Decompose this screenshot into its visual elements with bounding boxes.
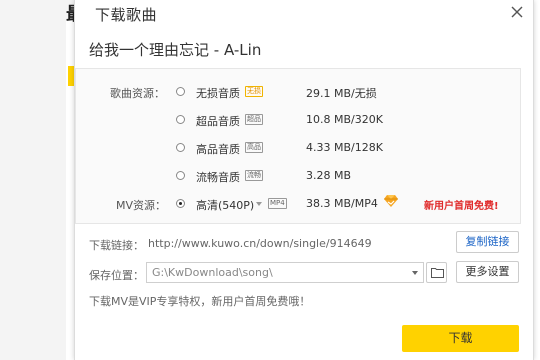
folder-icon: [431, 268, 444, 278]
tag-high: 高品: [245, 142, 263, 153]
radio-high[interactable]: [176, 142, 185, 152]
radio-super[interactable]: [176, 114, 185, 124]
close-button[interactable]: [508, 3, 526, 21]
quality-option-smooth[interactable]: [176, 167, 185, 183]
quality-panel: 歌曲资源： 无损音质 无损 29.1 MB/无损 超品音质 超品 10.8 MB…: [75, 68, 521, 224]
radio-smooth[interactable]: [176, 170, 185, 180]
vip-diamond-icon: [384, 195, 398, 207]
download-link-label: 下载链接：: [89, 239, 144, 252]
tag-lossless: 无损: [245, 86, 263, 97]
size-smooth: 3.28 MB: [306, 169, 352, 182]
save-path-dropdown-icon[interactable]: [412, 271, 418, 275]
mv-quality-option[interactable]: [176, 195, 185, 211]
browse-folder-button[interactable]: [426, 262, 447, 283]
quality-option-high[interactable]: [176, 139, 185, 155]
mv-quality-dropdown-icon[interactable]: [256, 202, 262, 206]
download-button[interactable]: 下载: [402, 325, 519, 352]
quality-option-lossless[interactable]: [176, 83, 185, 99]
save-path-label: 保存位置：: [89, 269, 144, 282]
dialog-title: 下载歌曲: [95, 6, 158, 24]
tag-super: 超品: [245, 114, 263, 125]
quality-label-high: 高品音质: [196, 143, 240, 156]
quality-option-super[interactable]: [176, 111, 185, 127]
download-song-dialog: 下载歌曲 给我一个理由忘记 - A-Lin 歌曲资源： 无损音质 无损 29.1…: [74, 0, 534, 360]
song-title: 给我一个理由忘记 - A-Lin: [89, 41, 262, 59]
download-link-url: http://www.kuwo.cn/down/single/914649: [148, 237, 372, 250]
song-source-label: 歌曲资源：: [110, 87, 165, 100]
save-path-field[interactable]: G:\KwDownload\song\: [146, 262, 424, 283]
save-path-value: G:\KwDownload\song\: [152, 266, 273, 279]
quality-label-super: 超品音质: [196, 115, 240, 128]
quality-label-lossless: 无损音质: [196, 87, 240, 100]
size-lossless: 29.1 MB/无损: [306, 87, 377, 100]
close-icon: [511, 6, 523, 18]
copy-link-button[interactable]: 复制链接: [456, 231, 519, 253]
mv-quality-label: 高清(540P): [196, 199, 255, 212]
mv-format-tag: MP4: [268, 198, 287, 209]
tag-smooth: 流畅: [245, 170, 263, 181]
quality-label-smooth: 流畅音质: [196, 171, 240, 184]
promo-text: 新用户首周免费!: [424, 201, 499, 212]
mv-size: 38.3 MB/MP4: [306, 197, 378, 210]
radio-lossless[interactable]: [176, 86, 185, 96]
radio-mv-hd[interactable]: [176, 198, 185, 208]
more-settings-button[interactable]: 更多设置: [456, 261, 519, 283]
vip-note: 下载MV是VIP专享特权，新用户首周免费哦！: [89, 295, 311, 308]
mv-source-label: MV资源：: [116, 199, 167, 212]
size-high: 4.33 MB/128K: [306, 141, 383, 154]
size-super: 10.8 MB/320K: [306, 113, 383, 126]
